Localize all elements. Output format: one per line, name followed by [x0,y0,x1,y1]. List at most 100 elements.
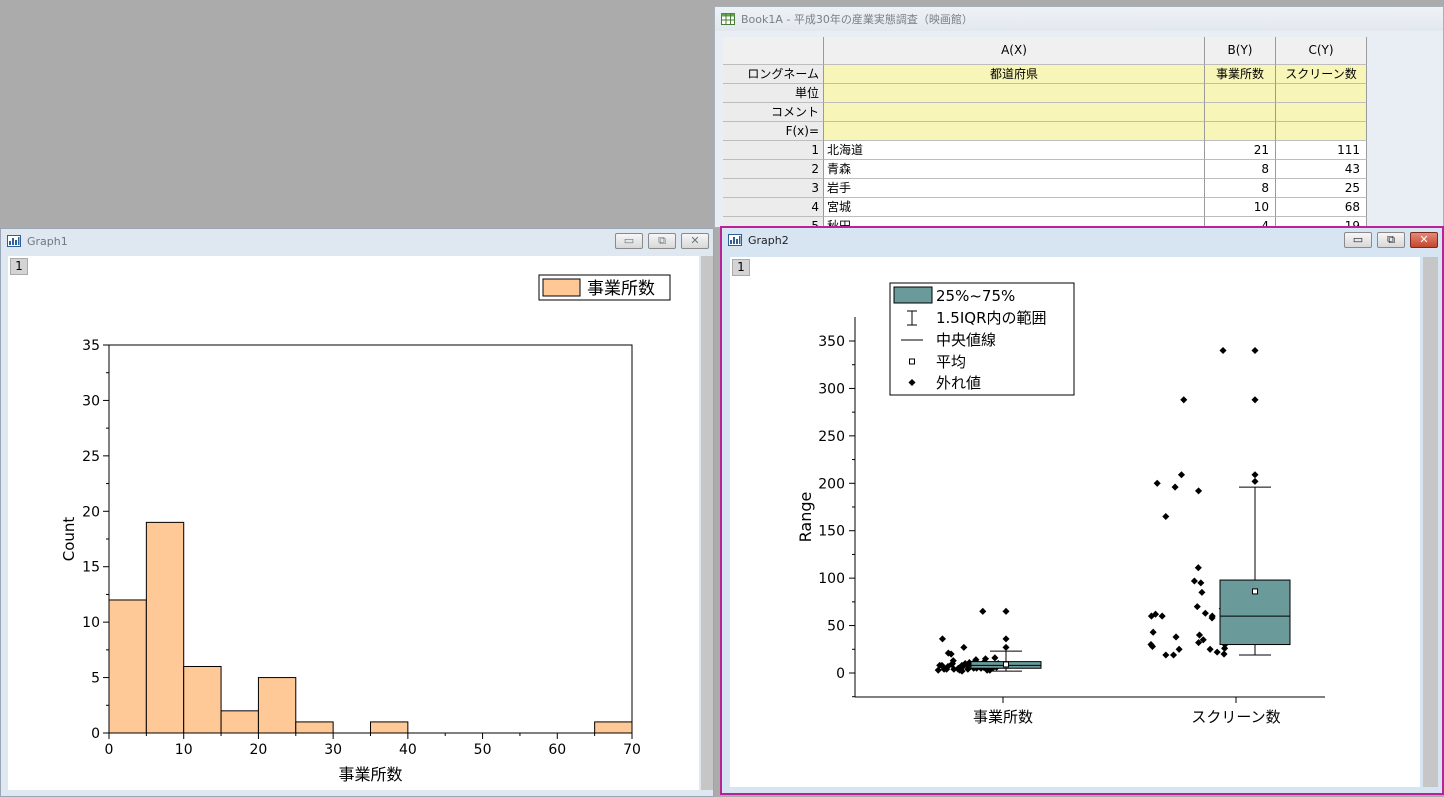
book-titlebar[interactable]: Book1A - 平成30年の産業実態調査（映画館） [715,7,1443,31]
histogram-bar [183,665,222,734]
raw-data-point [1162,651,1170,659]
x-tick-label: 20 [250,742,268,758]
meta-label-formula[interactable]: F(x)= [723,122,824,141]
table-cell[interactable]: 8 [1205,179,1276,198]
mean-marker [1003,661,1009,668]
table-cell[interactable]: 岩手 [824,179,1205,198]
graph1-window[interactable]: Graph1 ▭ ⧉ ✕ 1 0 10 20 30 40 50 60 70 0 5 10 15 20 25… [0,228,714,797]
graph2-title: Graph2 [748,233,789,247]
longname-cell-b[interactable]: 事業所数 [1205,65,1276,84]
graph1-title: Graph1 [27,234,68,248]
unit-cell-c[interactable] [1276,84,1367,103]
graph2-titlebar[interactable]: Graph2 ▭ ⧉ ✕ [722,228,1442,252]
y-tick-label: 250 [818,429,845,445]
layer-indicator[interactable]: 1 [732,259,750,276]
minimize-button[interactable]: ▭ [1344,232,1372,248]
unit-cell-a[interactable] [824,84,1205,103]
histogram-chart: 0 10 20 30 40 50 60 70 0 5 10 15 20 25 30 35 事業所数 Count 事業… [60,274,671,784]
outlier-point [1002,607,1010,615]
y-tick-label: 300 [818,381,845,397]
raw-data-point [1190,577,1198,585]
y-tick-label: 5 [91,671,100,687]
x-tick-label: 40 [399,742,417,758]
raw-data-point [1149,628,1157,636]
row-header[interactable]: 4 [723,198,824,217]
comment-cell-c[interactable] [1276,103,1367,122]
comment-cell-b[interactable] [1205,103,1276,122]
x-tick-label: 70 [623,742,641,758]
close-button[interactable]: ✕ [681,233,709,249]
y-tick-label: 15 [82,560,100,576]
vertical-scrollbar[interactable] [1423,257,1438,787]
vertical-scrollbar[interactable] [701,256,713,790]
comment-cell-a[interactable] [824,103,1205,122]
table-cell[interactable]: 25 [1276,179,1367,198]
raw-data-point [1175,645,1183,653]
layer-indicator[interactable]: 1 [10,258,28,275]
unit-cell-b[interactable] [1205,84,1276,103]
graph2-window[interactable]: Graph2 ▭ ⧉ ✕ 1 0 50 100 150 200 250 300 350 Rang… [720,226,1444,795]
raw-data-point [1195,631,1204,639]
formula-cell-c[interactable] [1276,122,1367,141]
minimize-button[interactable]: ▭ [615,233,643,249]
legend-label: 平均 [936,353,966,371]
restore-icon: ⧉ [658,234,666,247]
table-cell[interactable]: 10 [1205,198,1276,217]
raw-data-point [1171,483,1179,491]
longname-cell-c[interactable]: スクリーン数 [1276,65,1367,84]
raw-data-point [1162,512,1170,521]
table-cell[interactable]: 宮城 [824,198,1205,217]
raw-data-point [1201,609,1209,617]
row-header[interactable]: 2 [723,160,824,179]
y-tick-label: 50 [827,619,845,635]
meta-label-longname[interactable]: ロングネーム [723,65,824,84]
table-cell[interactable]: 青森 [824,160,1205,179]
column-header-b[interactable]: B(Y) [1205,37,1276,65]
corner-cell[interactable] [723,37,824,65]
formula-cell-a[interactable] [824,122,1205,141]
graph1-canvas[interactable]: 1 0 10 20 30 40 50 60 70 0 5 10 15 20 25 30 35 事業所数 Count… [8,256,699,790]
table-cell[interactable]: 43 [1276,160,1367,179]
x-tick-label: スクリーン数 [1191,708,1280,726]
raw-data-point [991,654,999,662]
mean-marker [1252,588,1258,595]
formula-cell-b[interactable] [1205,122,1276,141]
table-cell[interactable]: 68 [1276,198,1367,217]
table-cell[interactable]: 111 [1276,141,1367,160]
table-cell[interactable]: 北海道 [824,141,1205,160]
x-tick-label: 30 [324,742,342,758]
column-header-a[interactable]: A(X) [824,37,1205,65]
raw-data-point [938,635,947,643]
raw-data-point [1169,651,1178,659]
legend-swatch [542,278,581,297]
outlier-point [1251,346,1259,355]
table-cell[interactable]: 8 [1205,160,1276,179]
restore-button[interactable]: ⧉ [648,233,676,249]
y-axis-label: Range [796,492,815,543]
histogram-bar [220,710,259,734]
longname-cell-a[interactable]: 都道府県 [824,65,1205,84]
legend-swatch [893,286,933,304]
x-tick-label: 事業所数 [973,708,1033,726]
row-header[interactable]: 1 [723,141,824,160]
close-button[interactable]: ✕ [1410,232,1438,248]
meta-label-unit[interactable]: 単位 [723,84,824,103]
table-cell[interactable]: 21 [1205,141,1276,160]
column-header-c[interactable]: C(Y) [1276,37,1367,65]
graph-icon [728,234,742,246]
minimize-icon: ▭ [1352,233,1364,246]
row-header[interactable]: 3 [723,179,824,198]
book-window[interactable]: Book1A - 平成30年の産業実態調査（映画館） A(X) B(Y) C(Y… [714,6,1444,236]
raw-data-point [1158,612,1166,620]
close-icon: ✕ [1419,233,1429,246]
restore-button[interactable]: ⧉ [1377,232,1405,248]
raw-data-point [1180,396,1188,404]
minimize-icon: ▭ [623,234,635,247]
raw-data-point [960,643,968,651]
meta-label-comment[interactable]: コメント [723,103,824,122]
y-tick-label: 35 [82,338,100,354]
y-tick-label: 30 [82,393,100,409]
graph2-canvas[interactable]: 1 0 50 100 150 200 250 300 350 Range 事業所数 スクリーン数 25… [730,257,1420,787]
y-tick-label: 0 [91,726,100,742]
graph1-titlebar[interactable]: Graph1 ▭ ⧉ ✕ [1,229,713,253]
